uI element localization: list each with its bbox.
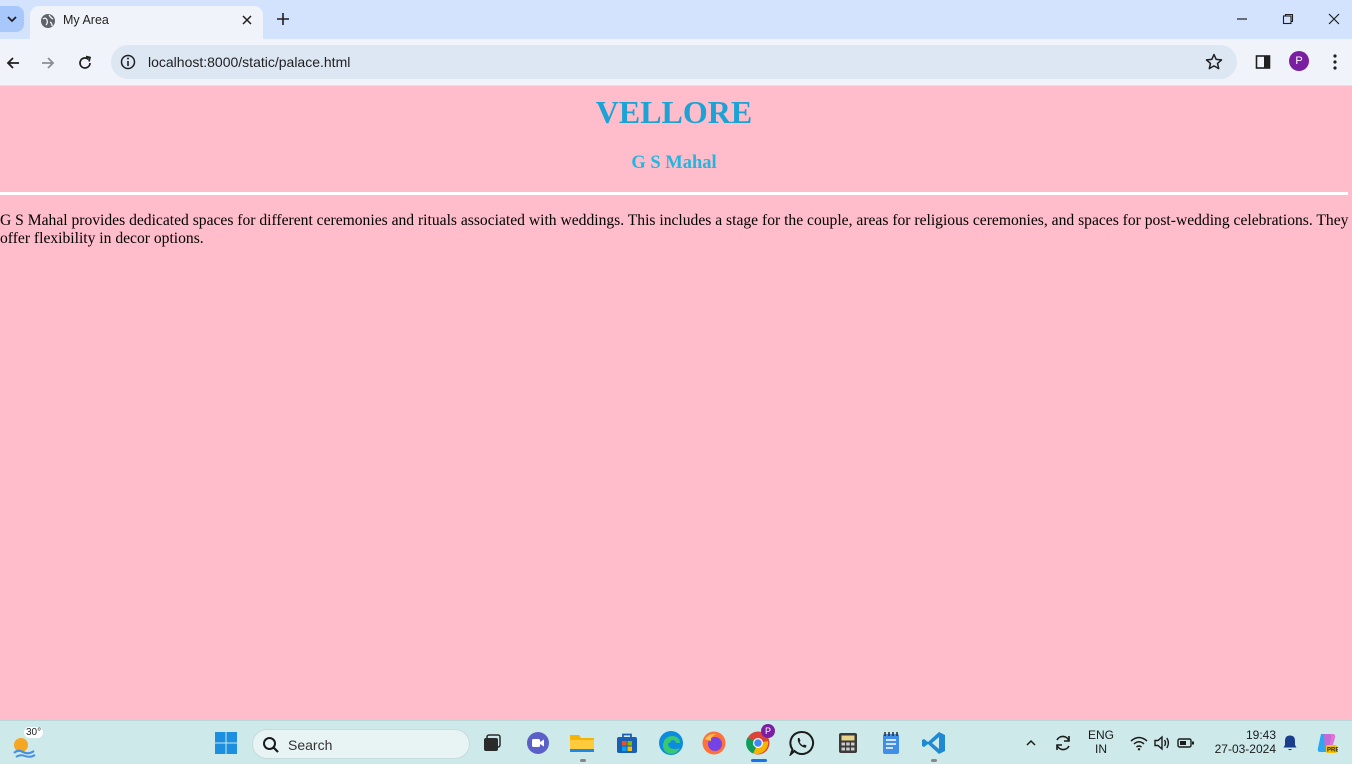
- wifi-icon: [1130, 736, 1148, 751]
- vscode-button[interactable]: [920, 729, 948, 757]
- svg-text:PRE: PRE: [1327, 748, 1338, 754]
- firefox-button[interactable]: [700, 729, 728, 757]
- profile-avatar[interactable]: P: [1289, 51, 1309, 71]
- store-icon: [617, 733, 637, 753]
- search-icon: [263, 737, 279, 753]
- bell-icon: [1283, 735, 1297, 751]
- vscode-icon: [922, 732, 945, 754]
- restore-icon: [1282, 13, 1294, 25]
- close-window-button[interactable]: [1322, 8, 1346, 30]
- task-view-button[interactable]: [478, 729, 506, 757]
- page-content: VELLORE G S Mahal G S Mahal provides ded…: [0, 86, 1352, 720]
- weather-temperature: 30°: [24, 727, 44, 738]
- new-tab-button[interactable]: [273, 9, 293, 29]
- side-panel-button[interactable]: [1251, 50, 1275, 74]
- clock[interactable]: 19:43 27-03-2024: [1208, 728, 1276, 758]
- bookmark-star-icon[interactable]: [1204, 52, 1224, 72]
- region-label: IN: [1095, 742, 1107, 756]
- store-button[interactable]: [613, 729, 641, 757]
- file-explorer-button[interactable]: [568, 729, 596, 757]
- restore-button[interactable]: [1276, 8, 1300, 30]
- chevron-up-icon: [1026, 739, 1036, 746]
- tab-close-button[interactable]: [238, 11, 256, 29]
- show-hidden-icons-button[interactable]: [1017, 729, 1045, 757]
- video-chat-icon: [527, 732, 549, 754]
- site-info-icon[interactable]: [119, 53, 137, 71]
- whatsapp-icon: [789, 730, 814, 756]
- chrome-profile-badge: P: [761, 724, 775, 738]
- address-bar[interactable]: localhost:8000/static/palace.html: [111, 45, 1237, 79]
- plus-icon: [277, 13, 289, 25]
- clock-time: 19:43: [1245, 728, 1276, 742]
- weather-widget[interactable]: 30°: [10, 727, 44, 759]
- minimize-icon: [1237, 18, 1247, 20]
- tab-strip: My Area: [0, 0, 1352, 39]
- whatsapp-button[interactable]: [788, 729, 816, 757]
- chevron-down-icon: [7, 16, 17, 23]
- chrome-button[interactable]: P: [744, 724, 775, 757]
- notepad-button[interactable]: [877, 729, 905, 757]
- menu-button[interactable]: [1323, 50, 1347, 74]
- description-paragraph: G S Mahal provides dedicated spaces for …: [0, 212, 1349, 247]
- copilot-icon: PRE: [1317, 734, 1338, 754]
- sync-button[interactable]: [1049, 729, 1077, 757]
- arrow-left-icon: [6, 57, 19, 69]
- reload-button[interactable]: [73, 51, 97, 75]
- back-button[interactable]: [1, 51, 25, 75]
- battery-button[interactable]: [1172, 729, 1200, 757]
- taskbar-search-box[interactable]: Search: [252, 729, 470, 759]
- tab-my-area[interactable]: My Area: [30, 6, 263, 39]
- folder-icon: [570, 735, 594, 752]
- sync-icon: [1056, 735, 1070, 751]
- side-panel-icon: [1255, 55, 1271, 69]
- edge-icon: [659, 731, 683, 755]
- copilot-button[interactable]: PRE: [1312, 729, 1340, 757]
- tab-title: My Area: [63, 13, 109, 27]
- teams-chat-button[interactable]: [524, 729, 552, 757]
- notifications-button[interactable]: [1276, 729, 1304, 757]
- battery-icon: [1177, 738, 1194, 748]
- url-text[interactable]: localhost:8000/static/palace.html: [148, 54, 350, 70]
- minimize-button[interactable]: [1230, 8, 1254, 30]
- start-button[interactable]: [212, 729, 240, 757]
- running-indicator: [580, 759, 586, 762]
- tab-search-button[interactable]: [0, 6, 24, 32]
- notepad-icon: [883, 732, 899, 754]
- app-button[interactable]: [834, 729, 862, 757]
- arrow-right-icon: [42, 57, 55, 69]
- forward-button[interactable]: [36, 51, 60, 75]
- divider: [0, 192, 1348, 195]
- search-placeholder: Search: [288, 737, 333, 753]
- speaker-icon: [1154, 735, 1170, 751]
- firefox-icon: [702, 731, 726, 755]
- close-icon: [242, 15, 252, 25]
- language-indicator[interactable]: ENG IN: [1085, 728, 1117, 758]
- reload-icon: [79, 55, 92, 69]
- language-label: ENG: [1087, 728, 1114, 742]
- active-indicator: [751, 759, 767, 762]
- edge-button[interactable]: [657, 729, 685, 757]
- page-subheading: G S Mahal: [631, 153, 717, 173]
- calculator-app-icon: [839, 733, 857, 753]
- running-indicator: [931, 759, 937, 762]
- close-icon: [1328, 13, 1340, 25]
- browser-toolbar: localhost:8000/static/palace.html P: [0, 39, 1352, 86]
- globe-icon: [41, 14, 55, 28]
- page-heading: VELLORE: [595, 94, 753, 130]
- windows-icon: [215, 732, 237, 754]
- more-vert-icon: [1333, 54, 1337, 70]
- clock-date: 27-03-2024: [1214, 742, 1276, 756]
- task-view-icon: [484, 734, 501, 751]
- taskbar: 30° Search P ENG IN 19:43 27-03-2024 PRE: [0, 720, 1352, 764]
